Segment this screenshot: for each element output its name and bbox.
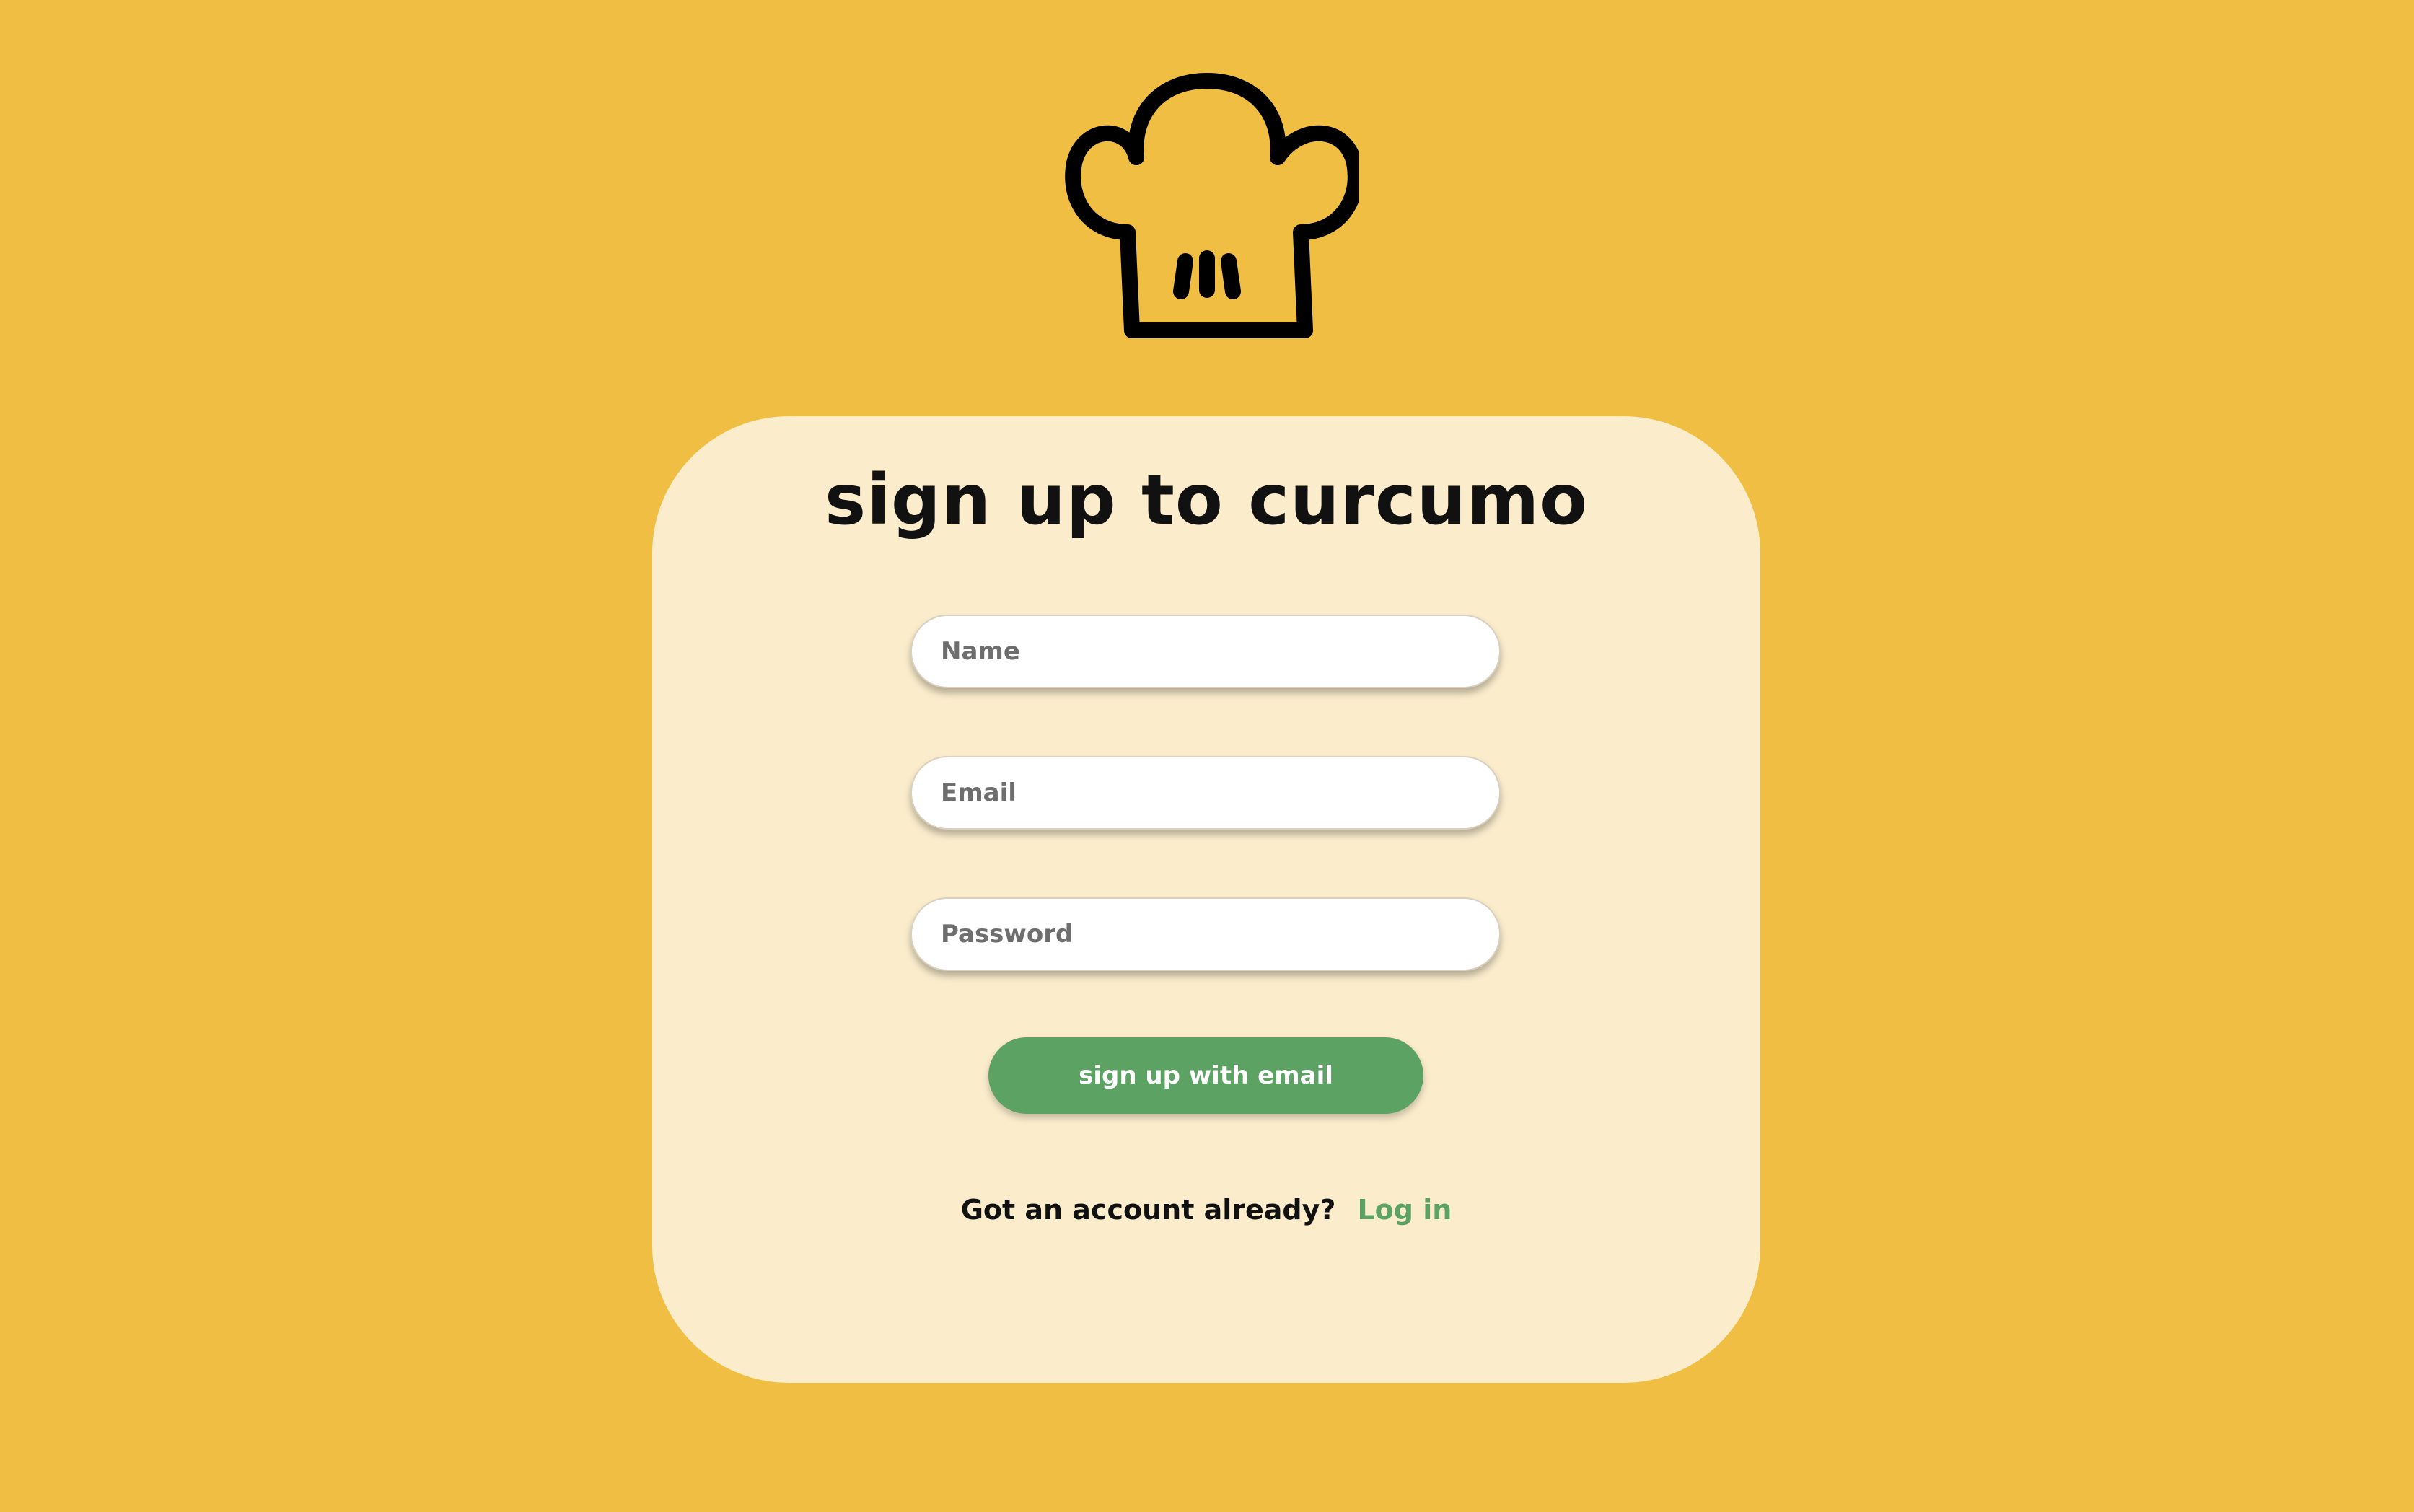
chef-hat-icon [1055,69,1359,343]
login-prompt: Got an account already? Log in [652,1194,1760,1226]
login-prompt-text: Got an account already? [960,1194,1336,1226]
name-field[interactable] [910,615,1501,688]
email-field[interactable] [910,756,1501,830]
page-title: sign up to curcumo [824,460,1589,540]
signup-card: sign up to curcumo sign up with email Go… [652,416,1760,1383]
signup-page: sign up to curcumo sign up with email Go… [0,0,2414,1512]
login-link[interactable]: Log in [1357,1194,1452,1226]
password-field[interactable] [910,897,1501,971]
sign-up-with-email-button[interactable]: sign up with email [988,1037,1423,1114]
